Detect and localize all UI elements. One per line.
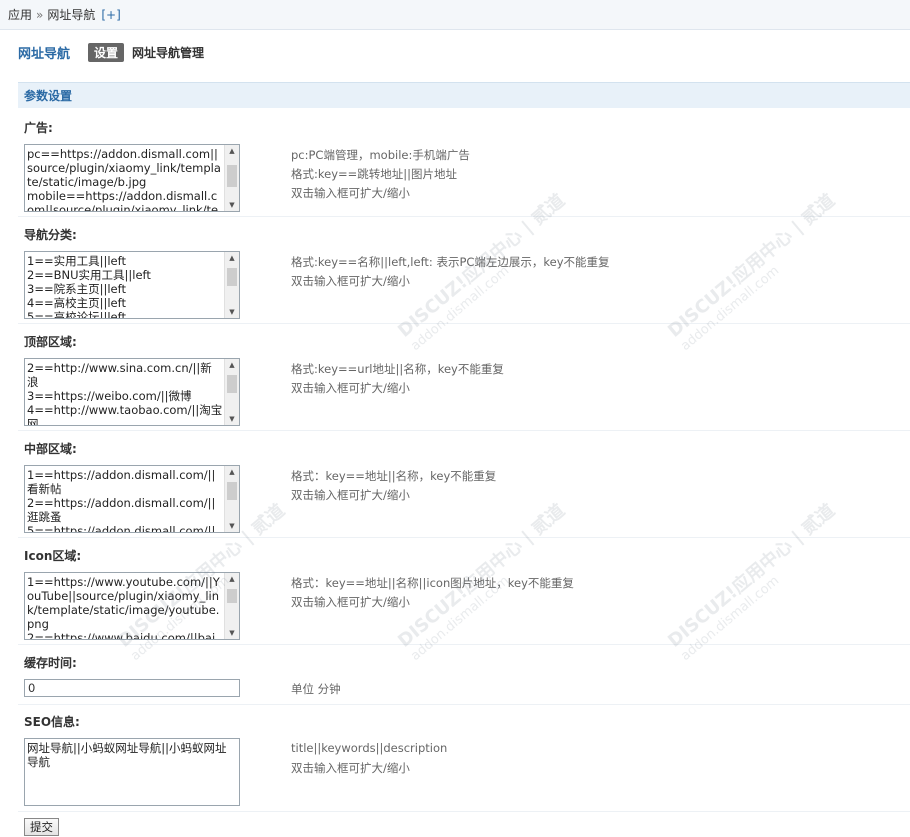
middle-area-tip-1: 格式：key==地址||名称，key不能重复 xyxy=(291,469,497,483)
scroll-down-icon[interactable]: ▼ xyxy=(225,627,239,639)
middle-area-textarea-value: 1==https://addon.dismall.com/||看新帖 2==ht… xyxy=(27,468,216,533)
ad-textarea[interactable]: pc==https://addon.dismall.com||source/pl… xyxy=(24,144,240,212)
watermark-line2: addon.dismall.com xyxy=(678,263,783,354)
breadcrumb: 应用 » 网址导航 [+] xyxy=(0,0,910,30)
ad-tip-1: pc:PC端管理，mobile:手机端广告 xyxy=(291,148,470,162)
breadcrumb-root[interactable]: 应用 xyxy=(8,8,32,22)
nav-category-tip-2: 双击输入框可扩大/缩小 xyxy=(291,274,410,288)
plugin-title: 网址导航 xyxy=(18,46,71,62)
row-divider xyxy=(18,216,910,217)
scroll-thumb[interactable] xyxy=(227,268,237,286)
ad-label: 广告: xyxy=(24,121,53,135)
scroll-down-icon[interactable]: ▼ xyxy=(225,520,239,532)
ad-textarea-value: pc==https://addon.dismall.com||source/pl… xyxy=(27,147,221,212)
tab-manage[interactable]: 网址导航管理 xyxy=(132,44,204,61)
top-area-textarea-value: 2==http://www.sina.com.cn/||新浪 3==https:… xyxy=(27,361,223,426)
nav-category-scrollbar[interactable]: ▲ ▼ xyxy=(224,252,239,318)
scroll-thumb[interactable] xyxy=(227,589,237,603)
seo-label: SEO信息: xyxy=(24,715,80,729)
nav-category-label: 导航分类: xyxy=(24,228,77,242)
scroll-up-icon[interactable]: ▲ xyxy=(225,252,239,264)
watermark: DISCUZ!应用中心 | 贰道addon.dismall.com xyxy=(661,187,849,354)
icon-area-tip-2: 双击输入框可扩大/缩小 xyxy=(291,595,410,609)
row-divider xyxy=(18,704,910,705)
scroll-thumb[interactable] xyxy=(227,375,237,393)
watermark-line1: DISCUZ!应用中心 | 贰道 xyxy=(664,500,840,652)
nav-category-textarea-value: 1==实用工具||left 2==BNU实用工具||left 3==院系主页||… xyxy=(27,254,151,319)
tab-settings[interactable]: 设置 xyxy=(88,42,125,62)
ad-scrollbar[interactable]: ▲ ▼ xyxy=(224,145,239,211)
top-area-tip-2: 双击输入框可扩大/缩小 xyxy=(291,381,410,395)
watermark-line2: addon.dismall.com xyxy=(408,263,513,354)
scroll-down-icon[interactable]: ▼ xyxy=(225,199,239,211)
plugin-nav: 网址导航 设置 网址导航管理 xyxy=(18,42,204,62)
middle-area-textarea[interactable]: 1==https://addon.dismall.com/||看新帖 2==ht… xyxy=(24,465,240,533)
top-area-scrollbar[interactable]: ▲ ▼ xyxy=(224,359,239,425)
watermark-line1: DISCUZ!应用中心 | 贰道 xyxy=(664,190,840,342)
cache-time-input[interactable]: 0 xyxy=(24,679,240,697)
scroll-up-icon[interactable]: ▲ xyxy=(225,466,239,478)
nav-category-tip-1: 格式:key==名称||left,left: 表示PC端左边展示，key不能重复 xyxy=(291,255,610,269)
seo-textarea[interactable]: 网址导航||小蚂蚁网址导航||小蚂蚁网址导航 xyxy=(24,738,240,806)
icon-area-textarea[interactable]: 1==https://www.youtube.com/||YouTube||so… xyxy=(24,572,240,640)
top-area-label: 顶部区域: xyxy=(24,335,77,349)
nav-category-textarea[interactable]: 1==实用工具||left 2==BNU实用工具||left 3==院系主页||… xyxy=(24,251,240,319)
scroll-up-icon[interactable]: ▲ xyxy=(225,145,239,157)
icon-area-label: Icon区域: xyxy=(24,549,82,563)
watermark: DISCUZ!应用中心 | 贰道addon.dismall.com xyxy=(661,497,849,664)
section-title: 参数设置 xyxy=(18,82,910,108)
breadcrumb-current[interactable]: 网址导航 xyxy=(47,8,95,22)
scroll-up-icon[interactable]: ▲ xyxy=(225,359,239,371)
icon-area-tip-1: 格式：key==地址||名称||icon图片地址，key不能重复 xyxy=(291,576,574,590)
scroll-thumb[interactable] xyxy=(227,165,237,187)
scroll-up-icon[interactable]: ▲ xyxy=(225,573,239,585)
middle-area-label: 中部区域: xyxy=(24,442,77,456)
row-divider xyxy=(18,323,910,324)
seo-tip-1: title||keywords||description xyxy=(291,741,448,755)
ad-tip-3: 双击输入框可扩大/缩小 xyxy=(291,186,410,200)
scroll-thumb[interactable] xyxy=(227,482,237,500)
breadcrumb-separator: » xyxy=(36,8,44,22)
cache-label: 缓存时间: xyxy=(24,656,77,670)
submit-button[interactable]: 提交 xyxy=(24,818,59,836)
middle-area-scrollbar[interactable]: ▲ ▼ xyxy=(224,466,239,532)
row-divider xyxy=(18,430,910,431)
seo-textarea-value: 网址导航||小蚂蚁网址导航||小蚂蚁网址导航 xyxy=(27,741,227,769)
seo-tip-2: 双击输入框可扩大/缩小 xyxy=(291,761,410,775)
cache-tip-1: 单位 分钟 xyxy=(291,682,341,696)
row-divider xyxy=(18,537,910,538)
row-divider xyxy=(18,644,910,645)
ad-tip-2: 格式:key==跳转地址||图片地址 xyxy=(291,167,458,181)
icon-area-textarea-value: 1==https://www.youtube.com/||YouTube||so… xyxy=(27,575,220,640)
scroll-down-icon[interactable]: ▼ xyxy=(225,413,239,425)
middle-area-tip-2: 双击输入框可扩大/缩小 xyxy=(291,488,410,502)
add-favorite-link[interactable]: [+] xyxy=(101,8,120,22)
top-area-tip-1: 格式:key==url地址||名称，key不能重复 xyxy=(291,362,504,376)
scroll-down-icon[interactable]: ▼ xyxy=(225,306,239,318)
row-divider xyxy=(18,811,910,812)
icon-area-scrollbar[interactable]: ▲ ▼ xyxy=(224,573,239,639)
watermark-line2: addon.dismall.com xyxy=(678,573,783,664)
top-area-textarea[interactable]: 2==http://www.sina.com.cn/||新浪 3==https:… xyxy=(24,358,240,426)
